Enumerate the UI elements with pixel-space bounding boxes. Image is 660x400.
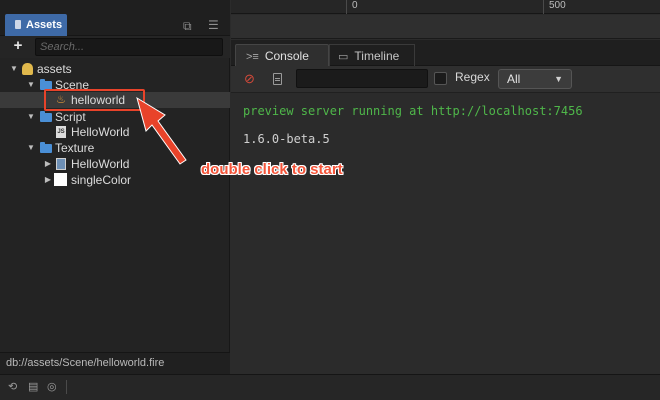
expand-arrow-icon[interactable]: ▼ — [10, 61, 18, 77]
assets-db-icon — [15, 20, 21, 29]
trash-icon[interactable]: ▤ — [28, 381, 38, 393]
highlight-box — [44, 89, 145, 111]
clear-icon[interactable]: ⊘ — [244, 72, 257, 85]
timeline-area — [231, 15, 660, 39]
tree-item-label: Script — [55, 110, 86, 124]
asset-path-bar: db://assets/Scene/helloworld.fire — [0, 352, 230, 374]
tree-item-label: Texture — [55, 141, 95, 155]
ruler-line — [543, 0, 544, 14]
tree-item-script-folder[interactable]: ▼ Script — [0, 109, 230, 125]
timeline-icon: ▭ — [338, 51, 349, 63]
expand-arrow-icon[interactable]: ▼ — [27, 77, 35, 93]
ruler-tick-0: 0 — [352, 0, 358, 11]
filter-input[interactable] — [296, 69, 428, 88]
annotation-text: double click to start — [201, 161, 343, 178]
tree-item-label: HelloWorld — [71, 125, 130, 139]
tab-timeline[interactable]: ▭ Timeline — [329, 44, 415, 66]
eye-icon[interactable]: ◎ — [47, 381, 57, 393]
folder-icon — [40, 142, 52, 153]
tab-console[interactable]: >≡ Console — [235, 44, 329, 66]
search-input[interactable] — [35, 38, 223, 56]
js-file-icon: JS — [56, 126, 66, 138]
tree-item-helloworld-texture[interactable]: ▶ HelloWorld — [0, 156, 230, 172]
ruler-tick-500: 500 — [549, 0, 566, 11]
timeline-ruler — [231, 0, 660, 14]
status-bar — [0, 374, 660, 400]
add-asset-button[interactable]: + — [10, 38, 26, 54]
tab-assets-label: Assets — [26, 19, 63, 31]
collapse-arrow-icon[interactable]: ▶ — [44, 172, 52, 188]
console-icon: >≡ — [246, 51, 259, 63]
tree-item-texture-folder[interactable]: ▼ Texture — [0, 140, 230, 156]
log-level-value: All — [507, 72, 521, 86]
ruler-line — [346, 0, 347, 14]
menu-icon[interactable]: ☰ — [208, 18, 219, 32]
popout-icon[interactable]: ⧉ — [183, 19, 192, 33]
tree-item-label: assets — [37, 62, 72, 76]
tree-item-singlecolor[interactable]: ▶ singleColor — [0, 172, 230, 188]
tab-timeline-label: Timeline — [354, 49, 400, 63]
log-line: 1.6.0-beta.5 — [243, 132, 330, 146]
file-icon[interactable] — [273, 73, 282, 85]
tab-assets[interactable]: Assets — [5, 14, 67, 36]
folder-icon — [40, 111, 52, 122]
tab-console-label: Console — [264, 49, 309, 63]
tree-item-label: HelloWorld — [71, 157, 130, 171]
collapse-arrow-icon[interactable]: ▶ — [44, 156, 52, 172]
texture-icon — [54, 173, 67, 186]
database-icon — [22, 63, 33, 75]
regex-checkbox[interactable] — [434, 72, 447, 85]
tree-item-label: singleColor — [71, 173, 132, 187]
log-level-select[interactable]: All ▼ — [498, 69, 572, 89]
regex-label: Regex — [455, 70, 490, 84]
tree-item-helloworld-script[interactable]: JS HelloWorld — [0, 124, 230, 140]
tree-item-assets[interactable]: ▼ assets — [0, 61, 230, 77]
chevron-down-icon: ▼ — [554, 74, 563, 84]
expand-arrow-icon[interactable]: ▼ — [27, 109, 35, 125]
status-divider — [66, 380, 67, 394]
expand-arrow-icon[interactable]: ▼ — [27, 140, 35, 156]
refresh-icon[interactable]: ⟲ — [8, 381, 17, 393]
texture-icon — [56, 158, 66, 170]
log-line: preview server running at http://localho… — [243, 104, 583, 118]
